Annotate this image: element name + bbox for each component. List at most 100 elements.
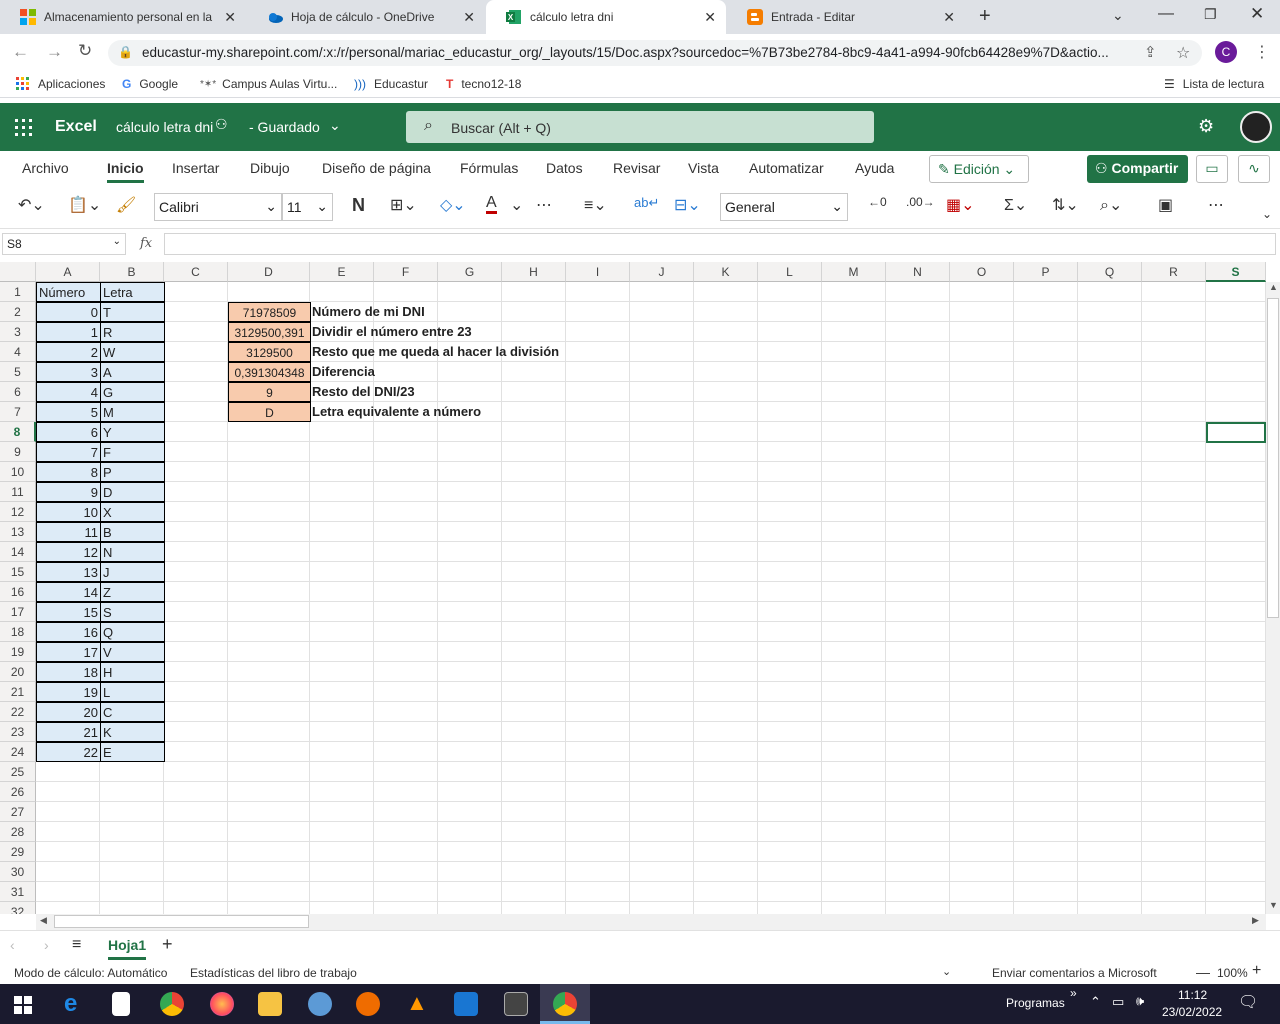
- merge-icon[interactable]: ⊟⌄: [674, 195, 701, 215]
- calc-value[interactable]: 71978509: [228, 302, 311, 322]
- column-header-c[interactable]: C: [164, 262, 228, 282]
- volume-icon[interactable]: 🕪: [1136, 993, 1144, 1009]
- row-header-2[interactable]: 2: [0, 302, 36, 322]
- settings-gear-icon[interactable]: ⚙: [1198, 116, 1214, 137]
- feedback-link[interactable]: Enviar comentarios a Microsoft: [992, 966, 1157, 980]
- analyze-data-icon[interactable]: ▣: [1158, 195, 1173, 215]
- row-header-13[interactable]: 13: [0, 522, 36, 542]
- user-avatar[interactable]: [1240, 111, 1272, 143]
- find-icon[interactable]: ⌕⌄: [1100, 195, 1122, 215]
- windows-start-icon[interactable]: [14, 996, 32, 1014]
- doc-title[interactable]: cálculo letra dni: [116, 119, 213, 135]
- formula-input[interactable]: [164, 233, 1276, 255]
- cell-letter[interactable]: H: [100, 662, 165, 682]
- scroll-left-icon[interactable]: ◀: [40, 915, 47, 926]
- row-header-28[interactable]: 28: [0, 822, 36, 842]
- cell-a1[interactable]: Número: [36, 282, 101, 302]
- row-header-16[interactable]: 16: [0, 582, 36, 602]
- menu-vista[interactable]: Vista: [688, 160, 719, 176]
- browser-tab[interactable]: Hoja de cálculo - OneDrive ✕: [247, 0, 485, 34]
- menu-dibujo[interactable]: Dibujo: [250, 160, 290, 176]
- cell-number[interactable]: 21: [36, 722, 101, 742]
- cell-letter[interactable]: D: [100, 482, 165, 502]
- cell-number[interactable]: 19: [36, 682, 101, 702]
- format-painter-icon[interactable]: 🖌: [116, 195, 136, 215]
- cell-b1[interactable]: Letra: [100, 282, 165, 302]
- column-header-k[interactable]: K: [694, 262, 758, 282]
- vlc-icon[interactable]: ▲: [406, 990, 428, 1016]
- column-header-f[interactable]: F: [374, 262, 438, 282]
- profile-avatar[interactable]: C: [1215, 41, 1237, 63]
- calc-value[interactable]: D: [228, 402, 311, 422]
- calc-label[interactable]: Diferencia: [310, 362, 610, 382]
- cell-number[interactable]: 15: [36, 602, 101, 622]
- cell-letter[interactable]: K: [100, 722, 165, 742]
- menu-automatizar[interactable]: Automatizar: [749, 160, 824, 176]
- selected-cell-s8[interactable]: [1206, 422, 1266, 443]
- cell-number[interactable]: 11: [36, 522, 101, 542]
- bookmark-apps[interactable]: Aplicaciones: [16, 77, 105, 91]
- cell-letter[interactable]: A: [100, 362, 165, 382]
- column-header-g[interactable]: G: [438, 262, 502, 282]
- browser-tab-active[interactable]: X cálculo letra dni ✕: [486, 0, 726, 34]
- more-font-icon[interactable]: ⋯: [536, 195, 552, 215]
- column-header-b[interactable]: B: [100, 262, 164, 282]
- close-tab-icon[interactable]: ✕: [463, 9, 475, 26]
- paint-icon[interactable]: [308, 992, 332, 1016]
- cell-number[interactable]: 10: [36, 502, 101, 522]
- chrome-icon[interactable]: [160, 992, 184, 1016]
- back-icon[interactable]: ←: [12, 42, 29, 62]
- cell-number[interactable]: 1: [36, 322, 101, 342]
- row-header-5[interactable]: 5: [0, 362, 36, 382]
- horizontal-scrollbar[interactable]: ◀ ▶: [36, 914, 1266, 930]
- cell-number[interactable]: 22: [36, 742, 101, 762]
- fill-color-icon[interactable]: ◇⌄: [440, 195, 466, 215]
- star-icon[interactable]: ☆: [1176, 43, 1190, 63]
- sort-filter-icon[interactable]: ⇅⌄: [1052, 195, 1079, 215]
- file-icon[interactable]: [112, 992, 130, 1016]
- column-header-h[interactable]: H: [502, 262, 566, 282]
- row-header-1[interactable]: 1: [0, 282, 36, 302]
- function-icon[interactable]: fx: [140, 236, 152, 251]
- column-header-p[interactable]: P: [1014, 262, 1078, 282]
- bookmark-campus[interactable]: *✶* Campus Aulas Virtu...: [200, 77, 337, 91]
- url-bar[interactable]: 🔒 educastur-my.sharepoint.com/:x:/r/pers…: [108, 40, 1202, 66]
- number-format-dropdown[interactable]: General ⌄: [720, 193, 848, 221]
- menu-archivo[interactable]: Archivo: [22, 160, 69, 176]
- decrease-decimal-icon[interactable]: .00→: [906, 195, 935, 209]
- chevron-right-icon[interactable]: »: [1070, 986, 1077, 1000]
- calc-value[interactable]: 3129500,391: [228, 322, 311, 342]
- cell-letter[interactable]: Z: [100, 582, 165, 602]
- network-icon[interactable]: ▭: [1112, 994, 1124, 1010]
- browser-tab[interactable]: Entrada - Editar ✕: [727, 0, 965, 34]
- window-close-icon[interactable]: ✕: [1250, 4, 1264, 24]
- column-header-m[interactable]: M: [822, 262, 886, 282]
- row-header-8[interactable]: 8: [0, 422, 36, 442]
- row-header-18[interactable]: 18: [0, 622, 36, 642]
- prev-sheet-icon[interactable]: ‹: [10, 937, 15, 953]
- align-icon[interactable]: ≡⌄: [584, 195, 607, 215]
- row-header-19[interactable]: 19: [0, 642, 36, 662]
- row-header-27[interactable]: 27: [0, 802, 36, 822]
- cell-number[interactable]: 3: [36, 362, 101, 382]
- cell-number[interactable]: 16: [36, 622, 101, 642]
- edge-legacy-icon[interactable]: e: [64, 990, 77, 1018]
- column-header-q[interactable]: Q: [1078, 262, 1142, 282]
- ribbon-expand-icon[interactable]: ⌄: [1262, 207, 1272, 221]
- restore-icon[interactable]: ❐: [1204, 6, 1217, 23]
- media-player-icon[interactable]: [454, 992, 478, 1016]
- row-header-7[interactable]: 7: [0, 402, 36, 422]
- menu-diseno[interactable]: Diseño de página: [322, 160, 431, 176]
- cell-letter[interactable]: V: [100, 642, 165, 662]
- calc-value[interactable]: 0,391304348: [228, 362, 311, 382]
- spreadsheet-grid[interactable]: ABCDEFGHIJKLMNOPQRS 1 2 3 4 5 6 7 8 9 10 11 12 13 14 1…: [0, 262, 1266, 914]
- scroll-up-icon[interactable]: ▲: [1269, 282, 1278, 292]
- cell-number[interactable]: 18: [36, 662, 101, 682]
- cell-number[interactable]: 13: [36, 562, 101, 582]
- cell-number[interactable]: 12: [36, 542, 101, 562]
- column-header-o[interactable]: O: [950, 262, 1014, 282]
- tray-up-icon[interactable]: ⌃: [1090, 994, 1101, 1010]
- menu-formulas[interactable]: Fórmulas: [460, 160, 518, 176]
- font-size-dropdown[interactable]: 11 ⌄: [282, 193, 333, 221]
- calc-value[interactable]: 3129500: [228, 342, 311, 362]
